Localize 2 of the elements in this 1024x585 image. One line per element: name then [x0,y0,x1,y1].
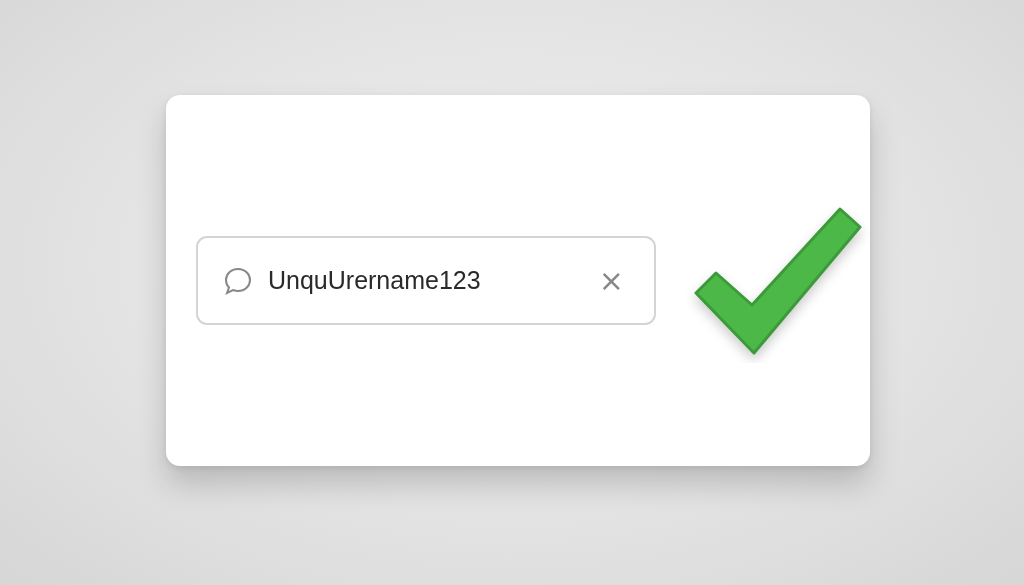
clear-button[interactable]: × [594,265,628,296]
username-field[interactable]: UnquUrername123 × [196,236,656,325]
